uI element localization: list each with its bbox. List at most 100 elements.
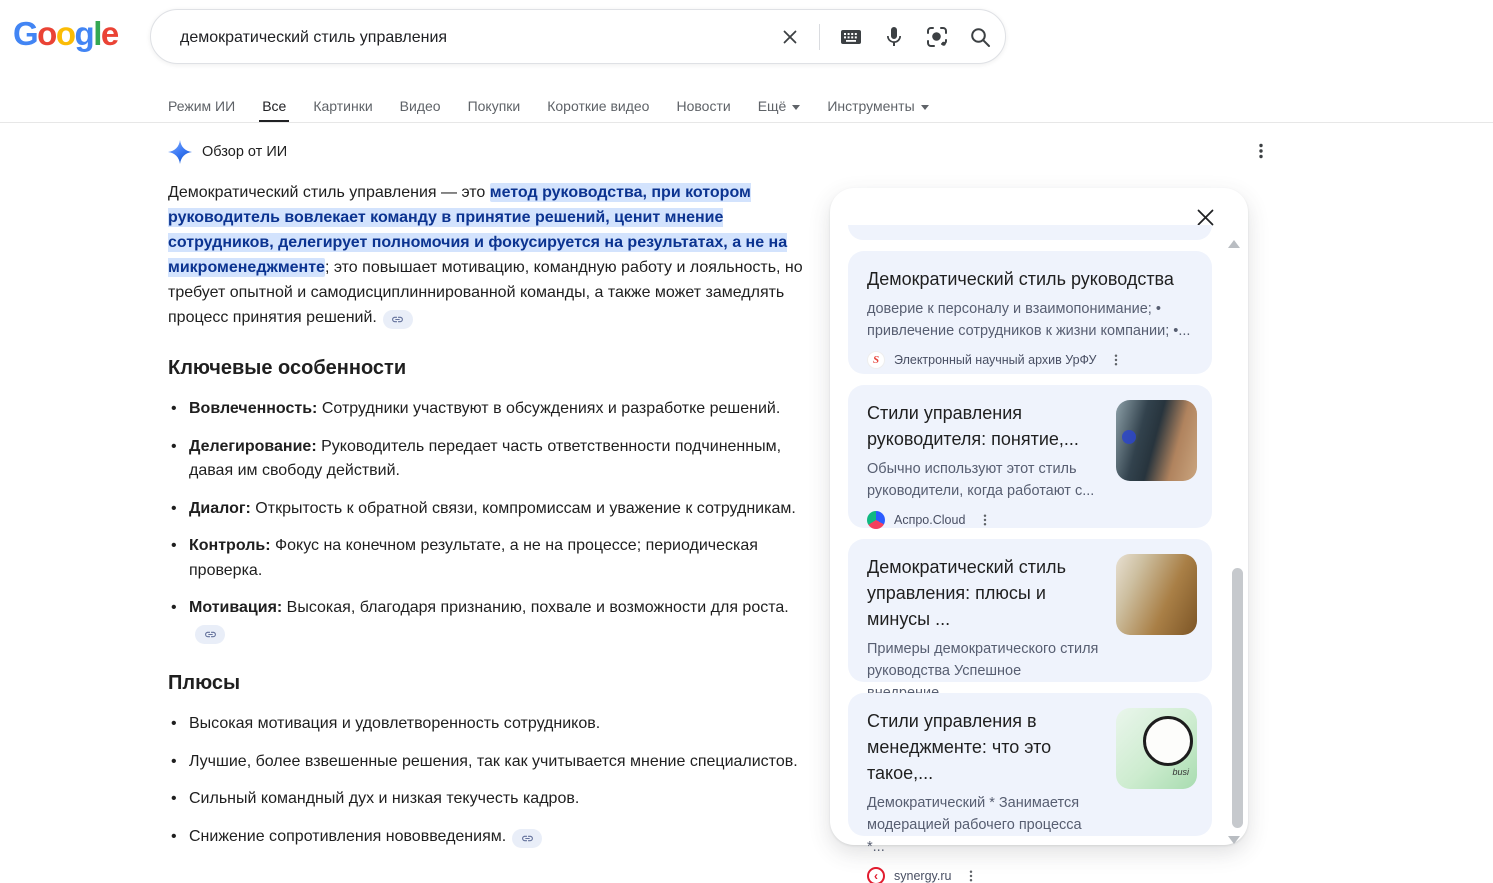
source-title[interactable]: Стили управления руководителя: понятие,.… — [867, 400, 1099, 452]
source-attribution: Аспро.Cloud — [867, 511, 1193, 529]
clear-icon[interactable] — [780, 27, 800, 47]
logo-letter: l — [93, 15, 101, 52]
list-item: Высокая мотивация и удовлетворенность со… — [168, 712, 814, 737]
tab-shopping[interactable]: Покупки — [468, 90, 521, 122]
item-term: Контроль: — [189, 537, 271, 554]
ai-overview-label: Обзор от ИИ — [202, 144, 287, 160]
more-options-icon[interactable] — [964, 869, 978, 883]
item-text: Фокус на конечном результате, а не на пр… — [189, 537, 758, 579]
search-icon[interactable] — [968, 25, 992, 49]
source-snippet: доверие к персоналу и взаимопонимание; •… — [867, 298, 1193, 342]
source-thumbnail-illustration[interactable]: busi — [1116, 708, 1197, 789]
list-item: Контроль: Фокус на конечном результате, … — [168, 534, 814, 583]
logo-letter: G — [13, 15, 37, 52]
chevron-down-icon — [792, 105, 800, 110]
tab-more[interactable]: Ещё — [758, 90, 801, 122]
tab-label: Все — [262, 91, 286, 121]
tab-tools[interactable]: Инструменты — [827, 90, 928, 122]
logo-letter: e — [101, 15, 118, 52]
item-text: Высокая, благодаря признанию, похвале и … — [282, 599, 788, 616]
search-bar[interactable] — [150, 9, 1006, 64]
citation-link-chip[interactable] — [195, 625, 225, 644]
more-options-icon[interactable] — [978, 513, 992, 527]
lightbulb-icon — [1143, 716, 1193, 766]
source-card[interactable]: Демократический стиль руководства довери… — [848, 251, 1212, 374]
citation-link-chip[interactable] — [383, 310, 413, 329]
source-card[interactable]: Демократический стиль управления: плюсы … — [848, 539, 1212, 682]
source-title[interactable]: Стили управления в менеджменте: что это … — [867, 708, 1099, 786]
ai-overview-paragraph: Демократический стиль управления — это м… — [168, 180, 814, 330]
source-name[interactable]: synergy.ru — [894, 869, 951, 883]
item-term: Вовлеченность: — [189, 400, 317, 417]
source-title[interactable]: Демократический стиль руководства — [867, 266, 1193, 292]
source-favicon — [867, 511, 885, 529]
item-text: Сильный командный дух и низкая текучесть… — [189, 790, 579, 807]
list-item: Сильный командный дух и низкая текучесть… — [168, 787, 814, 812]
source-favicon: S — [867, 351, 885, 369]
search-bar-icons — [780, 10, 992, 63]
section-heading-key-features: Ключевые особенности — [168, 356, 814, 381]
list-item: Снижение сопротивления нововведениям. — [168, 825, 814, 850]
item-text: Открытость к обратной связи, компромисса… — [251, 500, 796, 517]
list-item: Диалог: Открытость к обратной связи, ком… — [168, 497, 814, 522]
logo-letter: o — [37, 15, 56, 52]
scroll-up-icon[interactable] — [1228, 240, 1240, 248]
source-name[interactable]: Аспро.Cloud — [894, 513, 965, 527]
logo-letter: o — [56, 15, 75, 52]
tab-all[interactable]: Все — [262, 90, 286, 122]
chevron-down-icon — [921, 105, 929, 110]
item-text: Лучшие, более взвешенные решения, так ка… — [189, 753, 798, 770]
tab-label: Покупки — [468, 91, 521, 121]
citation-link-chip[interactable] — [512, 829, 542, 848]
source-attribution: S Электронный научный архив УрФУ — [867, 351, 1193, 369]
source-card-partial[interactable] — [848, 225, 1212, 240]
tab-label: Режим ИИ — [168, 91, 235, 121]
key-features-list: Вовлеченность: Сотрудники участвуют в об… — [168, 397, 814, 645]
source-title[interactable]: Демократический стиль управления: плюсы … — [867, 554, 1099, 632]
results-tabs: Режим ИИ Все Картинки Видео Покупки Коро… — [168, 90, 929, 122]
search-bar-divider — [819, 24, 820, 50]
list-item: Вовлеченность: Сотрудники участвуют в об… — [168, 397, 814, 422]
source-snippet: Обычно используют этот стиль руководител… — [867, 458, 1099, 502]
tab-label: Видео — [400, 91, 441, 121]
item-text: Высокая мотивация и удовлетворенность со… — [189, 715, 600, 732]
tab-short-videos[interactable]: Короткие видео — [547, 90, 649, 122]
search-input[interactable] — [178, 11, 792, 65]
list-item: Мотивация: Высокая, благодаря признанию,… — [168, 596, 814, 645]
scroll-down-icon[interactable] — [1228, 836, 1240, 844]
tab-label: Картинки — [313, 91, 372, 121]
tab-label: Короткие видео — [547, 91, 649, 121]
google-search-page: Google Режим ИИ Все Картинки Виде — [0, 0, 1493, 883]
tab-images[interactable]: Картинки — [313, 90, 372, 122]
source-attribution: ‹ synergy.ru — [867, 867, 1193, 883]
ai-overview-section: Обзор от ИИ Демократический стиль управл… — [168, 139, 814, 862]
tab-ai-mode[interactable]: Режим ИИ — [168, 90, 235, 122]
ai-overview-header: Обзор от ИИ — [168, 139, 814, 165]
tab-label: Инструменты — [827, 91, 914, 121]
more-options-icon[interactable] — [1252, 142, 1270, 165]
source-card[interactable]: Стили управления в менеджменте: что это … — [848, 693, 1212, 836]
keyboard-icon[interactable] — [839, 25, 863, 49]
scrollbar-thumb[interactable] — [1232, 568, 1243, 828]
source-snippet: Демократический * Занимается модерацией … — [867, 792, 1099, 858]
source-name[interactable]: Электронный научный архив УрФУ — [894, 353, 1096, 367]
lens-camera-icon[interactable] — [925, 25, 949, 49]
tab-videos[interactable]: Видео — [400, 90, 441, 122]
source-card[interactable]: Стили управления руководителя: понятие,.… — [848, 385, 1212, 528]
more-options-icon[interactable] — [1109, 353, 1123, 367]
google-logo[interactable]: Google — [13, 15, 118, 53]
list-item: Лучшие, более взвешенные решения, так ка… — [168, 750, 814, 775]
source-thumbnail-business-people[interactable] — [1116, 400, 1197, 481]
item-term: Диалог: — [189, 500, 251, 517]
logo-letter: g — [75, 15, 94, 52]
microphone-icon[interactable] — [882, 25, 906, 49]
pros-list: Высокая мотивация и удовлетворенность со… — [168, 712, 814, 849]
item-term: Делегирование: — [189, 438, 317, 455]
source-thumbnail-dominoes[interactable] — [1116, 554, 1197, 635]
tab-news[interactable]: Новости — [676, 90, 730, 122]
item-text: Сотрудники участвуют в обсуждениях и раз… — [317, 400, 780, 417]
header-divider — [0, 122, 1493, 123]
item-text: Снижение сопротивления нововведениям. — [189, 828, 506, 845]
section-heading-pros: Плюсы — [168, 671, 814, 696]
source-favicon: ‹ — [867, 867, 885, 883]
